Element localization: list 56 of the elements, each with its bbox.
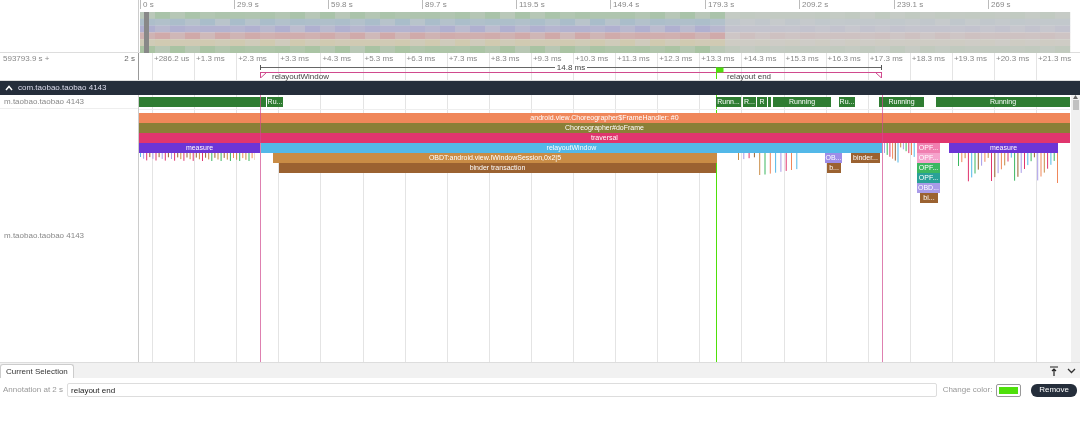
scrollbar[interactable] (1071, 95, 1080, 362)
time-scale: 2 s (124, 54, 135, 64)
annotation-label: Annotation at 2 s (3, 384, 64, 396)
remove-button[interactable]: Remove (1031, 383, 1077, 397)
pin-icon[interactable] (1049, 365, 1059, 376)
ruler-tick-label: 0 s (143, 0, 154, 10)
time-offset: 593793.9 s + (3, 54, 50, 64)
ruler-tick-label: +11.3 ms (617, 53, 650, 65)
panel-tab[interactable]: Current Selection (0, 364, 74, 378)
ruler-tick-label: +6.3 ms (406, 53, 436, 65)
ruler-tick-label: +13.3 ms (701, 53, 735, 65)
ruler-tick-label: +1.3 ms (196, 53, 225, 65)
span-start-flag-icon[interactable] (260, 72, 267, 78)
ruler-tick-label: +21.3 ms (1038, 53, 1072, 65)
ruler-tick-label: +16.3 ms (827, 53, 861, 65)
ruler-tick-label: +8.3 ms (490, 53, 520, 65)
ruler-tick-label: +5.3 ms (364, 53, 394, 65)
ruler-tick-label: +18.3 ms (911, 53, 945, 65)
process-name: com.taobao.taobao 4143 (18, 82, 107, 94)
ruler-tick-label: +17.3 ms (869, 53, 903, 65)
ruler-tick-label: 269 s (991, 0, 1011, 10)
chevron-down-icon[interactable] (1067, 366, 1076, 375)
ruler-tick-label: +12.3 ms (659, 53, 693, 65)
annotation-input-field[interactable]: relayout end (67, 383, 937, 397)
collapse-caret-icon[interactable] (4, 83, 14, 93)
ruler-tick-label: +2.3 ms (238, 53, 267, 65)
span-duration-label: 14.8 ms (554, 63, 588, 72)
ruler-tick-label: 209.2 s (802, 0, 829, 10)
note-label: relayoutWindow (272, 72, 329, 81)
track-label: m.taobao.taobao 4143 (4, 229, 85, 242)
ruler-tick-label: +15.3 ms (785, 53, 819, 65)
ruler-tick-label: 29.9 s (237, 0, 259, 10)
change-color-label: Change color: (942, 384, 993, 396)
thin-slices-drawing (738, 153, 800, 175)
ruler-tick-label: 179.3 s (708, 0, 735, 10)
ruler-tick-label: +286.2 us (154, 53, 190, 65)
ruler-tick-label: 149.4 s (613, 0, 640, 10)
ruler-tick-label: +7.3 ms (448, 53, 478, 65)
ruler-tick-label: +9.3 ms (532, 53, 562, 65)
ruler-tick-label: 119.5 s (519, 0, 545, 10)
ruler-tick-label: 59.8 s (331, 0, 353, 10)
scrollbar-thumb[interactable] (1072, 100, 1079, 110)
ruler-tick-label: +14.3 ms (743, 53, 777, 65)
flag-icon[interactable] (716, 67, 724, 79)
ruler-tick-label: +20.3 ms (996, 53, 1030, 65)
span-end-flag-icon[interactable] (875, 72, 882, 78)
ruler-tick-label: 89.7 s (425, 0, 447, 10)
ruler-tick-label: +10.3 ms (575, 53, 609, 65)
ruler-tick-label: +3.3 ms (280, 53, 309, 65)
color-swatch[interactable] (996, 383, 1022, 397)
thread-label: m.taobao.taobao 4143 (4, 95, 85, 108)
note-label: relayout end (727, 72, 772, 81)
ruler-tick-label: 239.1 s (897, 0, 924, 10)
ruler-tick-label: +19.3 ms (953, 53, 988, 65)
thin-slices-drawing (884, 143, 916, 163)
ruler-tick-label: +4.3 ms (322, 53, 352, 65)
